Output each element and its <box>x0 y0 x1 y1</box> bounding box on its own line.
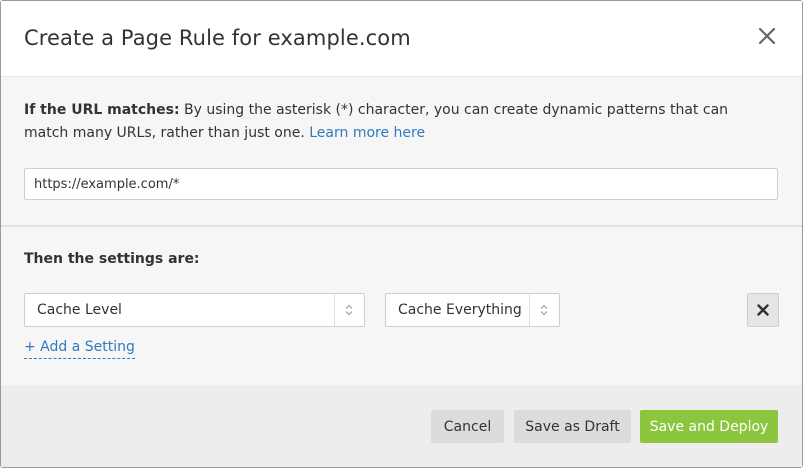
setting-value-arrows <box>529 294 559 326</box>
url-match-description: If the URL matches: By using the asteris… <box>24 99 764 145</box>
setting-value-text: Cache Everything <box>398 302 522 318</box>
setting-type-arrows <box>334 294 364 326</box>
url-match-label: If the URL matches: <box>24 102 180 118</box>
save-draft-button[interactable]: Save as Draft <box>514 410 631 443</box>
up-down-arrows-icon <box>540 304 548 316</box>
modal-header: Create a Page Rule for example.com <box>1 1 802 77</box>
up-down-arrows-icon <box>345 304 353 316</box>
add-setting-link[interactable]: + Add a Setting <box>24 339 135 359</box>
cancel-button[interactable]: Cancel <box>431 410 504 443</box>
learn-more-link[interactable]: Learn more here <box>309 125 425 141</box>
settings-section: Then the settings are: Cache Level Cache… <box>1 227 802 386</box>
modal-footer: Cancel Save as Draft Save and Deploy <box>1 385 802 467</box>
modal-title: Create a Page Rule for example.com <box>24 26 411 50</box>
page-rule-modal: Create a Page Rule for example.com If th… <box>0 0 803 468</box>
setting-type-select[interactable]: Cache Level <box>24 293 365 327</box>
setting-value-select[interactable]: Cache Everything <box>385 293 560 327</box>
remove-icon <box>757 304 769 316</box>
url-pattern-input[interactable] <box>24 168 778 200</box>
url-match-section: If the URL matches: By using the asteris… <box>1 77 802 227</box>
setting-type-value: Cache Level <box>37 302 122 318</box>
close-icon <box>758 27 776 45</box>
settings-heading: Then the settings are: <box>24 251 200 267</box>
remove-setting-button[interactable] <box>747 293 779 327</box>
close-button[interactable] <box>756 25 778 47</box>
save-deploy-button[interactable]: Save and Deploy <box>640 410 778 443</box>
